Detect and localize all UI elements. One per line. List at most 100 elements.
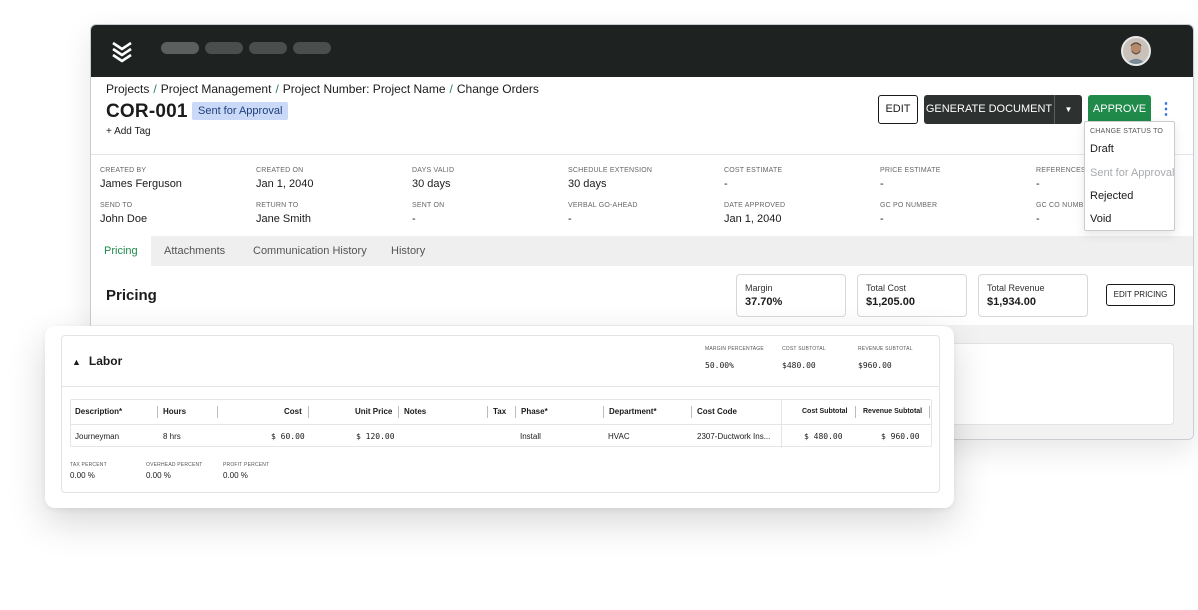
gc-co-number-value: - — [1036, 213, 1040, 225]
approve-button[interactable]: APPROVE — [1088, 95, 1151, 124]
total-cost-card: Total Cost $1,205.00 — [857, 274, 967, 317]
labor-section-header[interactable]: ▲ Labor — [72, 354, 122, 368]
cost-subtotal-label: COST SUBTOTAL — [782, 346, 826, 352]
add-tag-button[interactable]: + Add Tag — [106, 126, 151, 137]
cell-department[interactable]: HVAC — [608, 432, 630, 441]
gc-po-number-label: GC PO NUMBER — [880, 202, 938, 209]
column-header-cost-subtotal[interactable]: Cost Subtotal — [802, 408, 848, 415]
status-option-sent-for-approval: Sent for Approval — [1090, 167, 1175, 179]
column-separator[interactable] — [691, 406, 692, 418]
column-header-tax[interactable]: Tax — [493, 407, 506, 416]
status-option-draft[interactable]: Draft — [1090, 143, 1114, 155]
caret-down-icon: ▼ — [1064, 105, 1073, 114]
column-header-cost[interactable]: Cost — [284, 407, 302, 416]
breadcrumb-separator: / — [275, 82, 279, 96]
cell-phase[interactable]: Install — [520, 432, 541, 441]
column-separator[interactable] — [398, 406, 399, 418]
cost-estimate-value: - — [724, 178, 728, 190]
cell-hours[interactable]: 8 hrs — [163, 432, 181, 441]
breadcrumb-separator: / — [449, 82, 453, 96]
created-on-label: CREATED ON — [256, 167, 304, 174]
nav-placeholder-4[interactable] — [293, 42, 331, 54]
nav-placeholder-1[interactable] — [161, 42, 199, 54]
change-status-menu: CHANGE STATUS TO Draft Sent for Approval… — [1084, 121, 1175, 231]
return-to-label: RETURN TO — [256, 202, 299, 209]
column-header-department[interactable]: Department* — [609, 407, 657, 416]
labor-title: Labor — [88, 354, 123, 368]
column-header-unit-price[interactable]: Unit Price — [355, 407, 392, 416]
labor-section-card: ▲ Labor MARGIN PERCENTAGE 50.00% COST SUB… — [45, 326, 954, 508]
nav-placeholder-3[interactable] — [249, 42, 287, 54]
margin-label: Margin — [745, 283, 773, 293]
revenue-subtotal-label: REVENUE SUBTOTAL — [858, 346, 913, 352]
send-to-value: John Doe — [100, 213, 148, 225]
breadcrumb-project-management[interactable]: Project Management — [161, 82, 272, 96]
cell-description[interactable]: Journeyman — [75, 432, 119, 441]
user-avatar[interactable] — [1121, 36, 1151, 66]
tab-history[interactable]: History — [378, 236, 438, 266]
revenue-subtotal-value: $960.00 — [858, 361, 892, 370]
column-separator[interactable] — [308, 406, 309, 418]
column-separator[interactable] — [603, 406, 604, 418]
cell-cost-code[interactable]: 2307-Ductwork Ins... — [697, 432, 770, 441]
tab-pricing[interactable]: Pricing — [91, 236, 151, 266]
column-header-phase[interactable]: Phase* — [521, 407, 548, 416]
total-cost-label: Total Cost — [866, 283, 907, 293]
margin-value: 37.70% — [745, 296, 783, 308]
column-header-revenue-subtotal[interactable]: Revenue Subtotal — [863, 408, 922, 415]
date-approved-label: DATE APPROVED — [724, 202, 786, 209]
sent-on-label: SENT ON — [412, 202, 445, 209]
status-option-void[interactable]: Void — [1090, 213, 1111, 225]
status-option-rejected[interactable]: Rejected — [1090, 190, 1133, 202]
margin-percentage-value: 50.00% — [705, 361, 734, 370]
cell-cost[interactable]: $ 60.00 — [271, 432, 305, 441]
column-separator[interactable] — [929, 406, 930, 418]
created-by-label: CREATED BY — [100, 167, 147, 174]
margin-percentage-label: MARGIN PERCENTAGE — [705, 346, 764, 352]
generate-document-button[interactable]: GENERATE DOCUMENT — [924, 95, 1054, 124]
column-separator[interactable] — [157, 406, 158, 418]
total-cost-value: $1,205.00 — [866, 296, 915, 308]
cost-estimate-label: COST ESTIMATE — [724, 167, 783, 174]
breadcrumb-change-orders[interactable]: Change Orders — [457, 82, 539, 96]
chevron-up-icon[interactable]: ▲ — [72, 357, 81, 367]
column-separator[interactable] — [515, 406, 516, 418]
labor-panel: ▲ Labor MARGIN PERCENTAGE 50.00% COST SUB… — [61, 335, 940, 493]
column-header-cost-code[interactable]: Cost Code — [697, 407, 737, 416]
column-header-hours[interactable]: Hours — [163, 407, 186, 416]
column-separator[interactable] — [855, 406, 856, 418]
cell-unit-price[interactable]: $ 120.00 — [356, 432, 395, 441]
total-revenue-value: $1,934.00 — [987, 296, 1036, 308]
column-header-description[interactable]: Description* — [75, 407, 122, 416]
days-valid-label: DAYS VALID — [412, 167, 455, 174]
price-estimate-label: PRICE ESTIMATE — [880, 167, 941, 174]
nav-placeholder-2[interactable] — [205, 42, 243, 54]
change-status-heading: CHANGE STATUS TO — [1090, 128, 1164, 135]
column-separator[interactable] — [487, 406, 488, 418]
table-header-divider — [71, 424, 931, 425]
tab-bar: Pricing Attachments Communication Histor… — [91, 236, 1193, 266]
days-valid-value: 30 days — [412, 178, 451, 190]
chevron-stack-logo-icon[interactable] — [109, 39, 135, 65]
cost-subtotal-value: $480.00 — [782, 361, 816, 370]
overhead-percent-label: OVERHEAD PERCENT — [146, 462, 203, 468]
page-title: COR-001 — [106, 101, 188, 122]
cell-cost-subtotal: $ 480.00 — [804, 432, 843, 441]
column-separator[interactable] — [217, 406, 218, 418]
breadcrumb-project-number[interactable]: Project Number: Project Name — [283, 82, 446, 96]
more-options-icon[interactable]: ⋮ — [1158, 97, 1174, 122]
tab-communication-history[interactable]: Communication History — [240, 236, 380, 266]
generate-options-dropdown-button[interactable]: ▼ — [1054, 95, 1082, 124]
verbal-go-ahead-label: VERBAL GO-AHEAD — [568, 202, 638, 209]
column-header-notes[interactable]: Notes — [404, 407, 426, 416]
date-approved-value: Jan 1, 2040 — [724, 213, 782, 225]
breadcrumb-projects[interactable]: Projects — [106, 82, 149, 96]
sent-on-value: - — [412, 213, 416, 225]
tab-attachments[interactable]: Attachments — [151, 236, 238, 266]
margin-card: Margin 37.70% — [736, 274, 846, 317]
edit-button[interactable]: EDIT — [878, 95, 918, 124]
overhead-percent-value: 0.00 % — [146, 471, 171, 480]
edit-pricing-button[interactable]: EDIT PRICING — [1106, 284, 1175, 306]
send-to-label: SEND TO — [100, 202, 133, 209]
header-divider — [91, 154, 1193, 155]
